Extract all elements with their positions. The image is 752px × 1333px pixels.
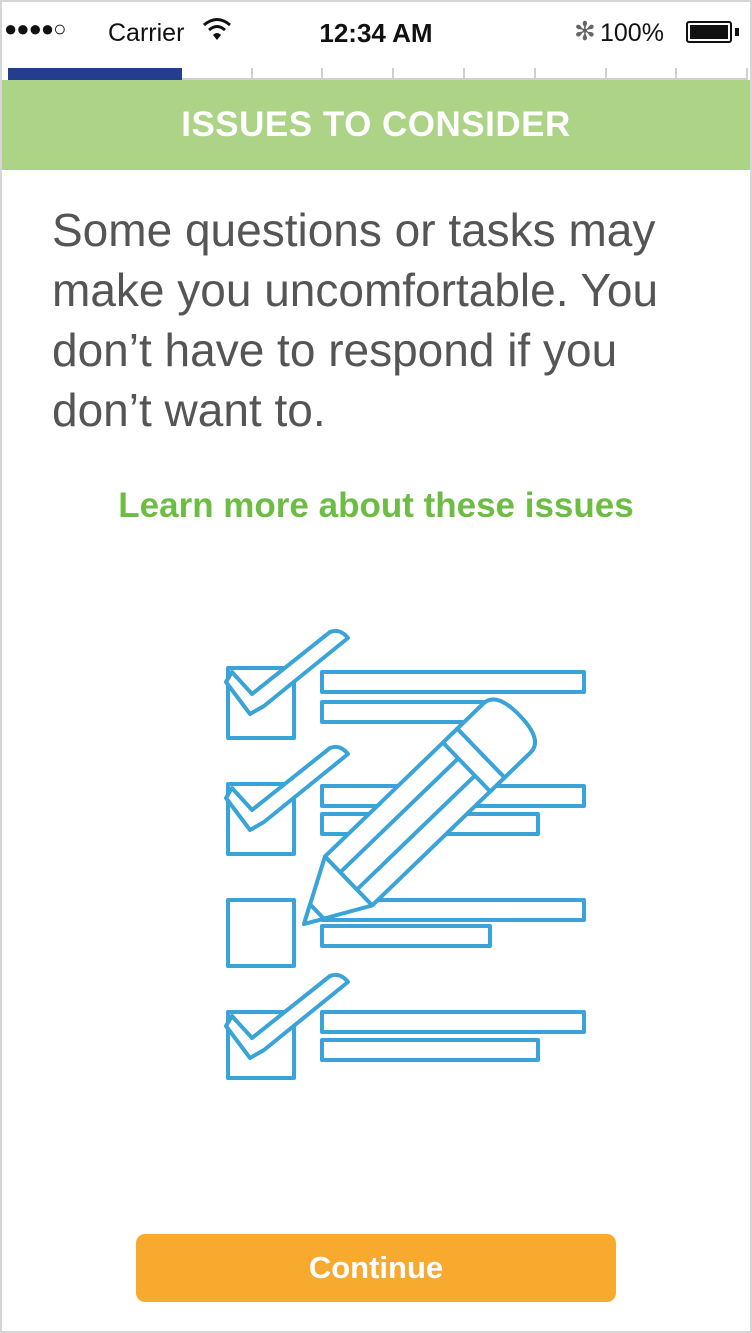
progress-step xyxy=(181,68,253,80)
progress-step xyxy=(394,68,465,80)
progress-step xyxy=(323,68,395,80)
learn-more-link[interactable]: Learn more about these issues xyxy=(2,486,750,526)
consent-body-text: Some questions or tasks may make you unc… xyxy=(52,204,659,436)
progress-step xyxy=(677,68,749,80)
battery-icon xyxy=(686,21,732,43)
battery-percentage: 100% xyxy=(600,19,664,47)
status-bar: ●●●●○ Carrier 12:34 AM ✻ 100% xyxy=(2,2,750,64)
progress-step xyxy=(535,68,607,80)
progress-step xyxy=(606,68,678,80)
continue-button[interactable]: Continue xyxy=(136,1234,616,1302)
step-progress-bar xyxy=(8,68,749,80)
progress-step xyxy=(252,68,324,80)
page-header: ISSUES TO CONSIDER xyxy=(2,80,750,170)
progress-completed xyxy=(8,68,182,80)
device-screen: ●●●●○ Carrier 12:34 AM ✻ 100% ISSUES TO … xyxy=(0,0,752,1333)
bluetooth-icon: ✻ xyxy=(574,16,596,46)
progress-step xyxy=(464,68,536,80)
page-title: ISSUES TO CONSIDER xyxy=(181,105,571,144)
checklist-with-pencil-icon xyxy=(216,624,596,1086)
battery-tip-icon xyxy=(735,28,739,36)
